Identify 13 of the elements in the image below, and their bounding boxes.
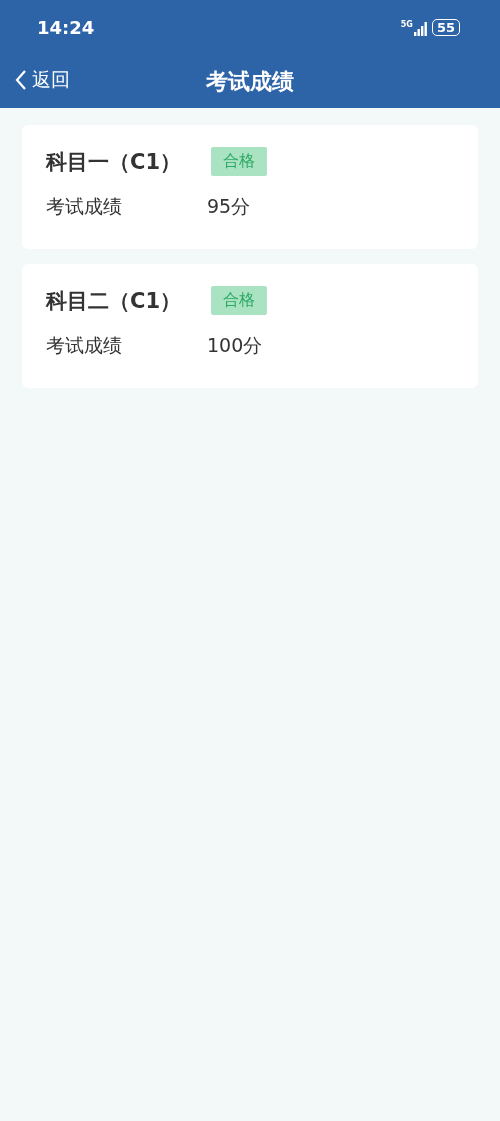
status-time: 14:24 xyxy=(37,17,95,38)
page-title: 考试成绩 xyxy=(206,67,294,96)
subject-title: 科目二（C1） xyxy=(46,287,182,315)
score-value: 95分 xyxy=(207,194,251,219)
score-label: 考试成绩 xyxy=(46,194,123,219)
battery-icon: 55 xyxy=(431,19,460,36)
chevron-left-icon xyxy=(14,69,28,91)
score-label: 考试成绩 xyxy=(46,333,123,358)
subject-title: 科目一（C1） xyxy=(46,148,182,176)
score-value: 100分 xyxy=(207,333,263,358)
back-button[interactable]: 返回 xyxy=(14,67,70,93)
status-badge: 合格 xyxy=(211,286,268,315)
status-badge: 合格 xyxy=(211,147,268,176)
